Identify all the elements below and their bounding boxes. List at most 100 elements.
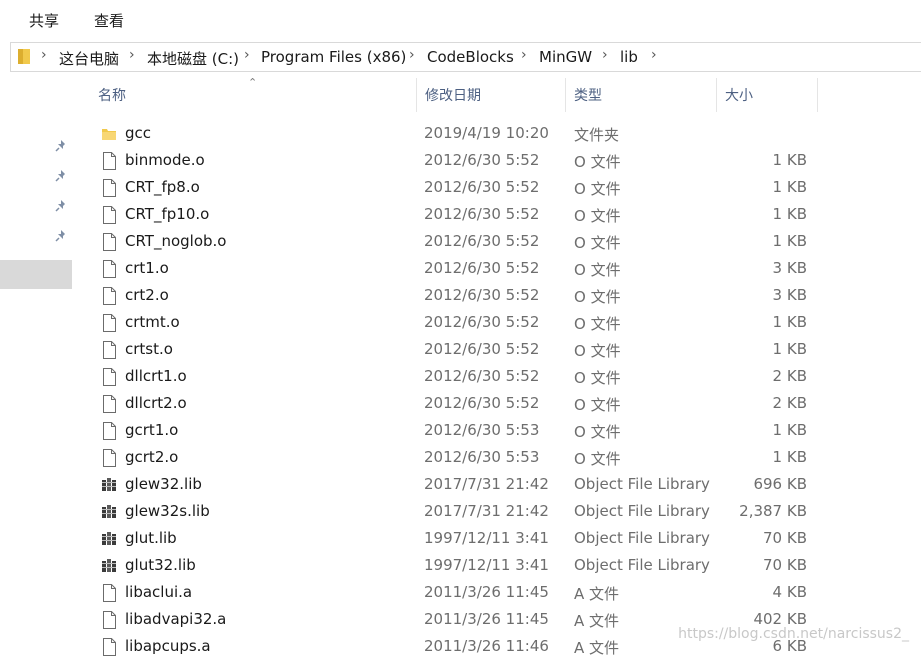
file-type: O 文件 [574,369,621,387]
file-row[interactable]: gcrt2.o 2012/6/30 5:53 O 文件 1 KB [74,444,921,471]
file-size: 70 KB [763,556,807,574]
file-name: crtmt.o [125,313,180,331]
file-type: O 文件 [574,180,621,198]
file-type: Object File Library [574,475,710,493]
file-date: 2012/6/30 5:52 [424,340,540,358]
column-header-name[interactable]: 名称 [90,78,416,112]
column-divider[interactable] [817,78,818,112]
breadcrumb-this-pc[interactable]: 这台电脑 [59,48,119,69]
ribbon-tab-share[interactable]: 共享 [29,10,59,31]
file-date: 2012/6/30 5:52 [424,367,540,385]
pin-icon[interactable] [54,169,68,183]
file-type: O 文件 [574,315,621,333]
nav-selected-item[interactable] [0,260,72,289]
file-size: 1 KB [772,178,807,196]
file-row[interactable]: libaclui.a 2011/3/26 11:45 A 文件 4 KB [74,579,921,606]
file-row[interactable]: dllcrt1.o 2012/6/30 5:52 O 文件 2 KB [74,363,921,390]
file-type: A 文件 [574,585,620,603]
ribbon: 共享 查看 [0,0,921,38]
file-date: 2012/6/30 5:52 [424,394,540,412]
file-name: dllcrt2.o [125,394,187,412]
column-header-size[interactable]: 大小 [717,78,817,112]
column-header-type[interactable]: 类型 [566,78,716,112]
file-name: dllcrt1.o [125,367,187,385]
file-row[interactable]: crt2.o 2012/6/30 5:52 O 文件 3 KB [74,282,921,309]
folder-icon [101,125,117,143]
file-date: 2012/6/30 5:53 [424,421,540,439]
column-header-date[interactable]: 修改日期 [417,78,565,112]
breadcrumb-separator[interactable]: › [602,47,608,63]
breadcrumb-separator[interactable]: › [521,47,527,63]
file-size: 4 KB [772,583,807,601]
file-icon [101,341,117,359]
file-name: CRT_fp10.o [125,205,210,223]
breadcrumb-separator[interactable]: › [651,47,657,63]
file-name: crt1.o [125,259,169,277]
ribbon-tab-view[interactable]: 查看 [94,10,124,31]
breadcrumb-lib[interactable]: lib [620,48,638,66]
file-type: Object File Library [574,502,710,520]
file-type: Object File Library [574,556,710,574]
file-size: 696 KB [753,475,807,493]
file-name: binmode.o [125,151,205,169]
file-date: 2012/6/30 5:52 [424,313,540,331]
file-row[interactable]: glut32.lib 1997/12/11 3:41 Object File Lib… [74,552,921,579]
file-row[interactable]: glew32s.lib 2017/7/31 21:42 Object File Li… [74,498,921,525]
breadcrumb-separator[interactable]: › [129,47,135,63]
column-headers: ⌃ 名称 修改日期 类型 大小 [74,76,921,116]
file-list: gcc 2019/4/19 10:20 文件夹 binmode.o 2012/6/30 … [74,120,921,660]
file-size: 1 KB [772,421,807,439]
file-name: crt2.o [125,286,169,304]
file-name: libaclui.a [125,583,193,601]
file-icon [101,584,117,602]
breadcrumb-program-files[interactable]: Program Files (x86) [261,48,406,66]
file-type: O 文件 [574,396,621,414]
breadcrumb-local-disk[interactable]: 本地磁盘 (C:) [147,48,239,69]
file-row[interactable]: crtmt.o 2012/6/30 5:52 O 文件 1 KB [74,309,921,336]
file-row[interactable]: glut.lib 1997/12/11 3:41 Object File Libra… [74,525,921,552]
folder-icon [18,49,30,64]
pin-icon[interactable] [54,229,68,243]
file-date: 2012/6/30 5:52 [424,151,540,169]
library-icon [101,557,117,575]
file-type: O 文件 [574,423,621,441]
pin-icon[interactable] [54,199,68,213]
file-name: libapcups.a [125,637,211,655]
file-row[interactable]: gcrt1.o 2012/6/30 5:53 O 文件 1 KB [74,417,921,444]
breadcrumb-codeblocks[interactable]: CodeBlocks [427,48,514,66]
library-icon [101,476,117,494]
breadcrumb-separator[interactable]: › [244,47,250,63]
file-date: 2012/6/30 5:52 [424,286,540,304]
file-size: 70 KB [763,529,807,547]
file-date: 1997/12/11 3:41 [424,556,549,574]
file-size: 3 KB [772,286,807,304]
file-size: 1 KB [772,448,807,466]
file-row[interactable]: CRT_fp8.o 2012/6/30 5:52 O 文件 1 KB [74,174,921,201]
file-row[interactable]: glew32.lib 2017/7/31 21:42 Object File Lib… [74,471,921,498]
pin-icon[interactable] [54,139,68,153]
breadcrumb-separator[interactable]: › [409,47,415,63]
file-row[interactable]: crtst.o 2012/6/30 5:52 O 文件 1 KB [74,336,921,363]
library-icon [101,503,117,521]
file-icon [101,611,117,629]
file-icon [101,422,117,440]
file-row[interactable]: CRT_noglob.o 2012/6/30 5:52 O 文件 1 KB [74,228,921,255]
file-type: A 文件 [574,639,620,657]
breadcrumb-mingw[interactable]: MinGW [539,48,592,66]
file-row[interactable]: gcc 2019/4/19 10:20 文件夹 [74,120,921,147]
file-row[interactable]: dllcrt2.o 2012/6/30 5:52 O 文件 2 KB [74,390,921,417]
file-icon [101,152,117,170]
file-type: O 文件 [574,153,621,171]
file-row[interactable]: CRT_fp10.o 2012/6/30 5:52 O 文件 1 KB [74,201,921,228]
file-row[interactable]: crt1.o 2012/6/30 5:52 O 文件 3 KB [74,255,921,282]
file-date: 2017/7/31 21:42 [424,502,549,520]
file-icon [101,287,117,305]
file-type: A 文件 [574,612,620,630]
file-date: 2011/3/26 11:45 [424,610,549,628]
navigation-pane [0,72,74,653]
file-size: 2 KB [772,394,807,412]
address-bar[interactable]: › 这台电脑 › 本地磁盘 (C:) › Program Files (x86)… [10,42,921,72]
file-row[interactable]: binmode.o 2012/6/30 5:52 O 文件 1 KB [74,147,921,174]
file-name: glut32.lib [125,556,196,574]
breadcrumb-separator[interactable]: › [41,47,47,63]
